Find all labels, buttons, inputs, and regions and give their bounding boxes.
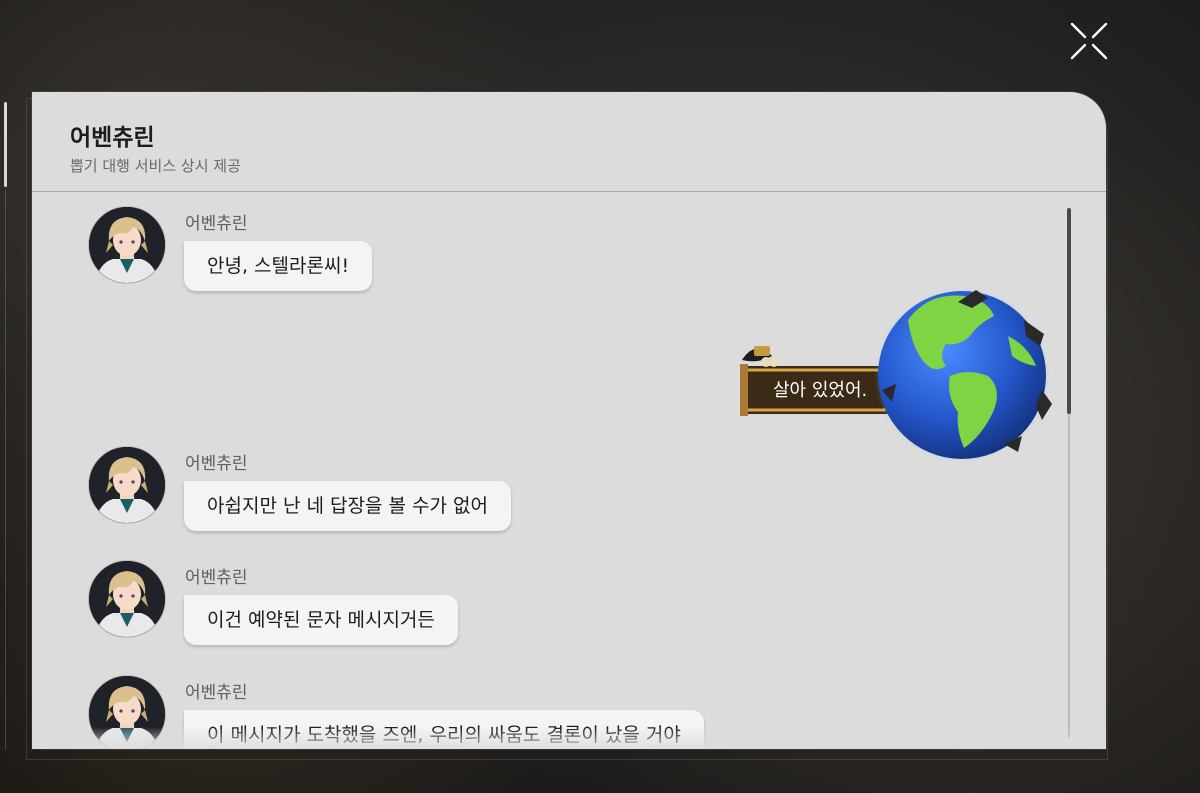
avatar-portrait-icon: [89, 561, 165, 637]
sticker-message: 살아 있었어.: [732, 280, 1052, 472]
message-bubble: 아쉽지만 난 네 답장을 볼 수가 없어: [184, 481, 511, 531]
avatar-portrait-icon: [89, 207, 165, 283]
contact-name: 어벤츄린: [70, 125, 155, 151]
avatar[interactable]: [88, 675, 166, 749]
avatar[interactable]: [88, 206, 166, 284]
avatar-portrait-icon: [89, 447, 165, 523]
left-scroll-rail: [4, 102, 7, 187]
close-button[interactable]: [1068, 20, 1110, 62]
message-bubble: 이 메시지가 도착했을 즈엔, 우리의 싸움도 결론이 났을 거야: [184, 710, 704, 749]
sender-name: 어벤츄린: [185, 454, 248, 474]
sticker-caption: 살아 있었어.: [773, 380, 868, 401]
avatar[interactable]: [88, 560, 166, 638]
message-list[interactable]: 어벤츄린 안녕, 스텔라론씨! 살아 있었어. 어벤츄린 아쉽지만 난 네 답장…: [32, 192, 1106, 749]
chat-panel: 어벤츄린 뽑기 대행 서비스 상시 제공 어벤츄린 안녕, 스텔라론씨! 살아 …: [32, 92, 1106, 749]
avatar[interactable]: [88, 446, 166, 524]
contact-status: 뽑기 대행 서비스 상시 제공: [70, 157, 241, 175]
sender-name: 어벤츄린: [185, 568, 248, 588]
message-bubble: 이건 예약된 문자 메시지거든: [184, 595, 458, 645]
left-divider-line: [5, 190, 6, 750]
message-bubble: 안녕, 스텔라론씨!: [184, 241, 373, 291]
sender-name: 어벤츄린: [185, 214, 248, 234]
scrollbar-thumb[interactable]: [1067, 208, 1071, 414]
sender-name: 어벤츄린: [185, 683, 248, 703]
chat-header: 어벤츄린 뽑기 대행 서비스 상시 제공: [32, 92, 1106, 192]
avatar-portrait-icon: [89, 676, 165, 749]
close-icon: [1070, 22, 1108, 60]
